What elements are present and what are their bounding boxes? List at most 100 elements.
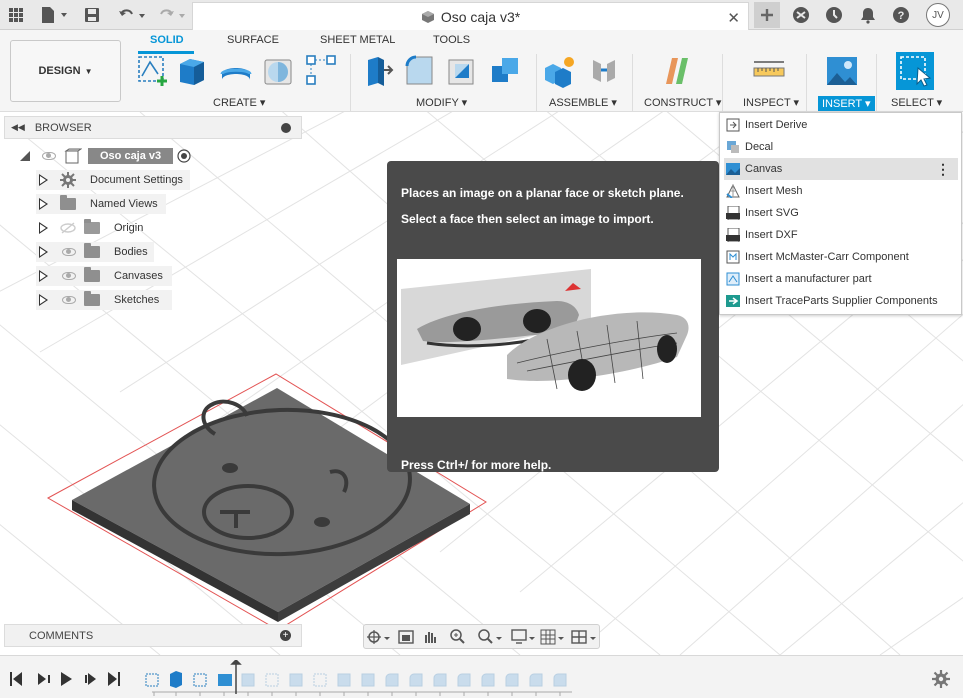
pan-icon[interactable]: [425, 632, 436, 643]
new-component-icon[interactable]: [543, 54, 577, 88]
group-create[interactable]: CREATE ▾: [213, 96, 265, 109]
timeline-sketch-icon[interactable]: [145, 673, 159, 687]
job-status-icon[interactable]: [825, 4, 843, 26]
comments-panel-header[interactable]: COMMENTS +: [4, 624, 302, 647]
browser-panel-header[interactable]: ◀◀ BROWSER: [4, 116, 302, 139]
expand-arrow-icon[interactable]: [39, 246, 48, 258]
shell-icon[interactable]: [446, 54, 480, 88]
expand-arrow-icon[interactable]: [39, 222, 48, 234]
play-icon[interactable]: [61, 672, 72, 686]
workspace-switcher[interactable]: DESIGN ▼: [10, 40, 121, 102]
zoom-icon[interactable]: [450, 629, 465, 644]
menu-item-insert-derive[interactable]: Insert Derive: [724, 114, 958, 136]
timeline-sketch-icon[interactable]: [193, 673, 207, 687]
display-settings-icon[interactable]: [511, 629, 527, 644]
menu-item-insert-traceparts[interactable]: Insert TraceParts Supplier Components: [724, 290, 958, 312]
new-tab-icon[interactable]: [754, 2, 780, 28]
tab-solid[interactable]: SOLID: [150, 34, 184, 46]
group-construct[interactable]: CONSTRUCT ▾: [644, 96, 721, 109]
revolve-icon[interactable]: [219, 54, 253, 88]
timeline-track[interactable]: [140, 660, 590, 698]
dropdown-arrow-icon[interactable]: [529, 637, 535, 640]
timeline-extrude-icon[interactable]: [170, 671, 182, 688]
browser-item-bodies[interactable]: Bodies: [36, 242, 154, 262]
viewports-icon[interactable]: [571, 630, 587, 644]
hidden-eye-icon[interactable]: [60, 222, 76, 234]
menu-item-insert-dxf[interactable]: Insert DXF: [724, 224, 958, 246]
settings-gear-icon[interactable]: [932, 670, 950, 688]
visibility-eye-icon[interactable]: [62, 248, 76, 256]
dropdown-arrow-icon[interactable]: [384, 637, 390, 640]
insert-image-icon[interactable]: [825, 54, 859, 88]
browser-item-origin[interactable]: Origin: [36, 218, 148, 238]
visibility-eye-icon[interactable]: [62, 272, 76, 280]
dropdown-arrow-icon[interactable]: [558, 637, 564, 640]
orbit-icon[interactable]: [367, 630, 381, 644]
group-insert[interactable]: INSERT ▾: [818, 96, 875, 111]
user-avatar[interactable]: JV: [926, 3, 950, 27]
more-options-icon[interactable]: ⋮: [936, 161, 950, 178]
document-tab[interactable]: Oso caja v3* ✕: [192, 2, 749, 30]
expand-arrow-icon[interactable]: [39, 198, 48, 210]
group-inspect[interactable]: INSPECT ▾: [743, 96, 799, 109]
visibility-eye-icon[interactable]: [42, 152, 56, 160]
timeline-marker[interactable]: [230, 660, 242, 694]
browser-root-row[interactable]: Oso caja v3: [18, 146, 191, 166]
go-to-start-icon[interactable]: [10, 672, 22, 686]
joint-icon[interactable]: [587, 54, 621, 88]
step-forward-icon[interactable]: [85, 673, 96, 685]
app-grid-icon[interactable]: [8, 4, 24, 26]
file-menu-icon[interactable]: [38, 4, 70, 26]
go-to-end-icon[interactable]: [108, 672, 120, 686]
sphere-icon[interactable]: [262, 54, 296, 88]
browser-item-named-views[interactable]: Named Views: [36, 194, 166, 214]
collapse-panel-icon[interactable]: ◀◀: [11, 122, 25, 133]
timeline-canvas-icon[interactable]: [218, 674, 232, 686]
press-pull-icon[interactable]: [360, 54, 394, 88]
create-sketch-icon[interactable]: [136, 54, 170, 88]
dropdown-arrow-icon[interactable]: [496, 637, 502, 640]
browser-item-document-settings[interactable]: Document Settings: [36, 170, 190, 190]
save-icon[interactable]: [84, 4, 100, 26]
activate-radio-icon[interactable]: [177, 149, 191, 163]
extrude-icon[interactable]: [176, 54, 210, 88]
fit-icon[interactable]: [478, 629, 493, 644]
browser-item-canvases[interactable]: Canvases: [36, 266, 172, 286]
combine-icon[interactable]: [489, 54, 523, 88]
menu-item-insert-mesh[interactable]: Insert Mesh: [724, 180, 958, 202]
expand-arrow-icon[interactable]: [39, 294, 48, 306]
tab-surface[interactable]: SURFACE: [227, 34, 279, 46]
dropdown-arrow-icon[interactable]: [590, 637, 596, 640]
minimize-icon[interactable]: [281, 123, 291, 133]
add-comment-icon[interactable]: +: [280, 630, 291, 641]
expand-arrow-icon[interactable]: [39, 174, 48, 186]
group-modify[interactable]: MODIFY ▾: [416, 96, 467, 109]
fillet-icon[interactable]: [403, 54, 437, 88]
redo-icon[interactable]: [156, 4, 188, 26]
close-tab-icon[interactable]: ✕: [727, 9, 740, 27]
help-icon[interactable]: ?: [892, 4, 910, 26]
menu-item-insert-mcmaster[interactable]: Insert McMaster-Carr Component: [724, 246, 958, 268]
step-back-icon[interactable]: [38, 673, 50, 685]
select-icon[interactable]: [896, 52, 934, 90]
grid-settings-icon[interactable]: [540, 629, 556, 645]
menu-item-decal[interactable]: Decal: [724, 136, 958, 158]
notifications-icon[interactable]: [859, 4, 877, 26]
tab-sheet-metal[interactable]: SHEET METAL: [320, 34, 395, 46]
look-at-icon[interactable]: [398, 630, 414, 644]
offset-plane-icon[interactable]: [662, 54, 696, 88]
pattern-icon[interactable]: [305, 54, 339, 88]
undo-icon[interactable]: [116, 4, 148, 26]
menu-item-insert-manufacturer-part[interactable]: Insert a manufacturer part: [724, 268, 958, 290]
visibility-eye-icon[interactable]: [62, 296, 76, 304]
expand-toggle-icon[interactable]: [18, 149, 32, 163]
group-select[interactable]: SELECT ▾: [891, 96, 942, 109]
extensions-icon[interactable]: [792, 4, 810, 26]
tab-tools[interactable]: TOOLS: [433, 34, 470, 46]
measure-icon[interactable]: [752, 54, 786, 88]
expand-arrow-icon[interactable]: [39, 270, 48, 282]
menu-item-insert-svg[interactable]: Insert SVG: [724, 202, 958, 224]
group-assemble[interactable]: ASSEMBLE ▾: [549, 96, 617, 109]
menu-item-canvas[interactable]: Canvas ⋮: [724, 158, 958, 180]
browser-item-sketches[interactable]: Sketches: [36, 290, 172, 310]
